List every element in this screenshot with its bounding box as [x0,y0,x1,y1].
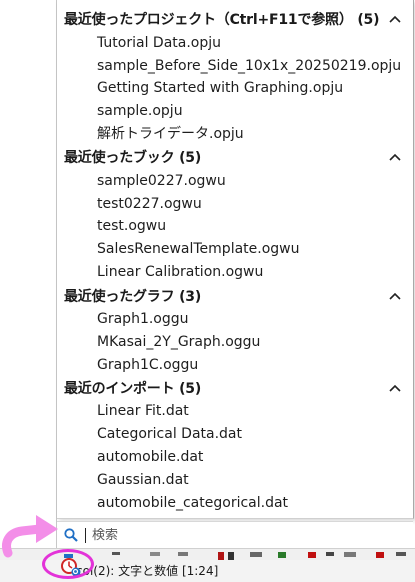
section-title: 最近使ったグラフ (3) [64,289,202,305]
list-item[interactable]: Categorical Data.dat [97,423,242,445]
recent-files-popup: 最近使ったプロジェクト（Ctrl+F11で参照） (5) Tutorial Da… [57,0,414,519]
section-title: 最近のインポート (5) [64,381,202,397]
list-item[interactable]: test0227.ogwu [97,193,202,215]
list-item[interactable]: Graph1C.oggu [97,354,198,376]
list-item[interactable]: test.ogwu [97,215,166,237]
arrow-pointer-icon [2,515,58,558]
list-item[interactable]: SalesRenewalTemplate.ogwu [97,238,300,260]
chevron-up-icon[interactable] [385,147,405,167]
list-item[interactable]: Linear Fit.dat [97,400,189,422]
search-input[interactable] [92,527,392,543]
search-bar [57,521,413,549]
chevron-up-icon[interactable] [385,286,405,306]
section-title: 最近使ったプロジェクト（Ctrl+F11で参照） (5) [64,12,380,28]
list-item[interactable]: automobile_categorical.dat [97,492,288,514]
section-header-projects[interactable]: 最近使ったプロジェクト（Ctrl+F11で参照） (5) [64,8,413,30]
list-item[interactable]: MKasai_2Y_Graph.oggu [97,331,260,353]
list-item[interactable]: Getting Started with Graphing.opju [97,77,343,99]
section-header-books[interactable]: 最近使ったブック (5) [64,146,413,168]
list-item[interactable]: Gaussian.dat [97,469,189,491]
status-text: col(2): 文字と数値 [1:24] [76,564,219,578]
list-item[interactable]: Graph1.oggu [97,308,189,330]
list-item[interactable]: sample0227.ogwu [97,170,226,192]
section-header-graphs[interactable]: 最近使ったグラフ (3) [64,285,413,307]
section-title: 最近使ったブック (5) [64,150,202,166]
list-item[interactable]: Linear Calibration.ogwu [97,261,263,283]
text-caret [85,527,86,543]
list-item[interactable]: 解析トライデータ.opju [97,123,244,145]
background-app-left [0,0,57,548]
list-item[interactable]: sample_Before_Side_10x1x_20250219.opju [97,55,401,77]
section-header-imports[interactable]: 最近のインポート (5) [64,377,413,399]
chevron-up-icon[interactable] [385,378,405,398]
list-item[interactable]: Tutorial Data.opju [97,32,221,54]
chevron-up-icon[interactable] [385,9,405,29]
list-item[interactable]: sample.opju [97,100,183,122]
list-item[interactable]: automobile.dat [97,446,203,468]
